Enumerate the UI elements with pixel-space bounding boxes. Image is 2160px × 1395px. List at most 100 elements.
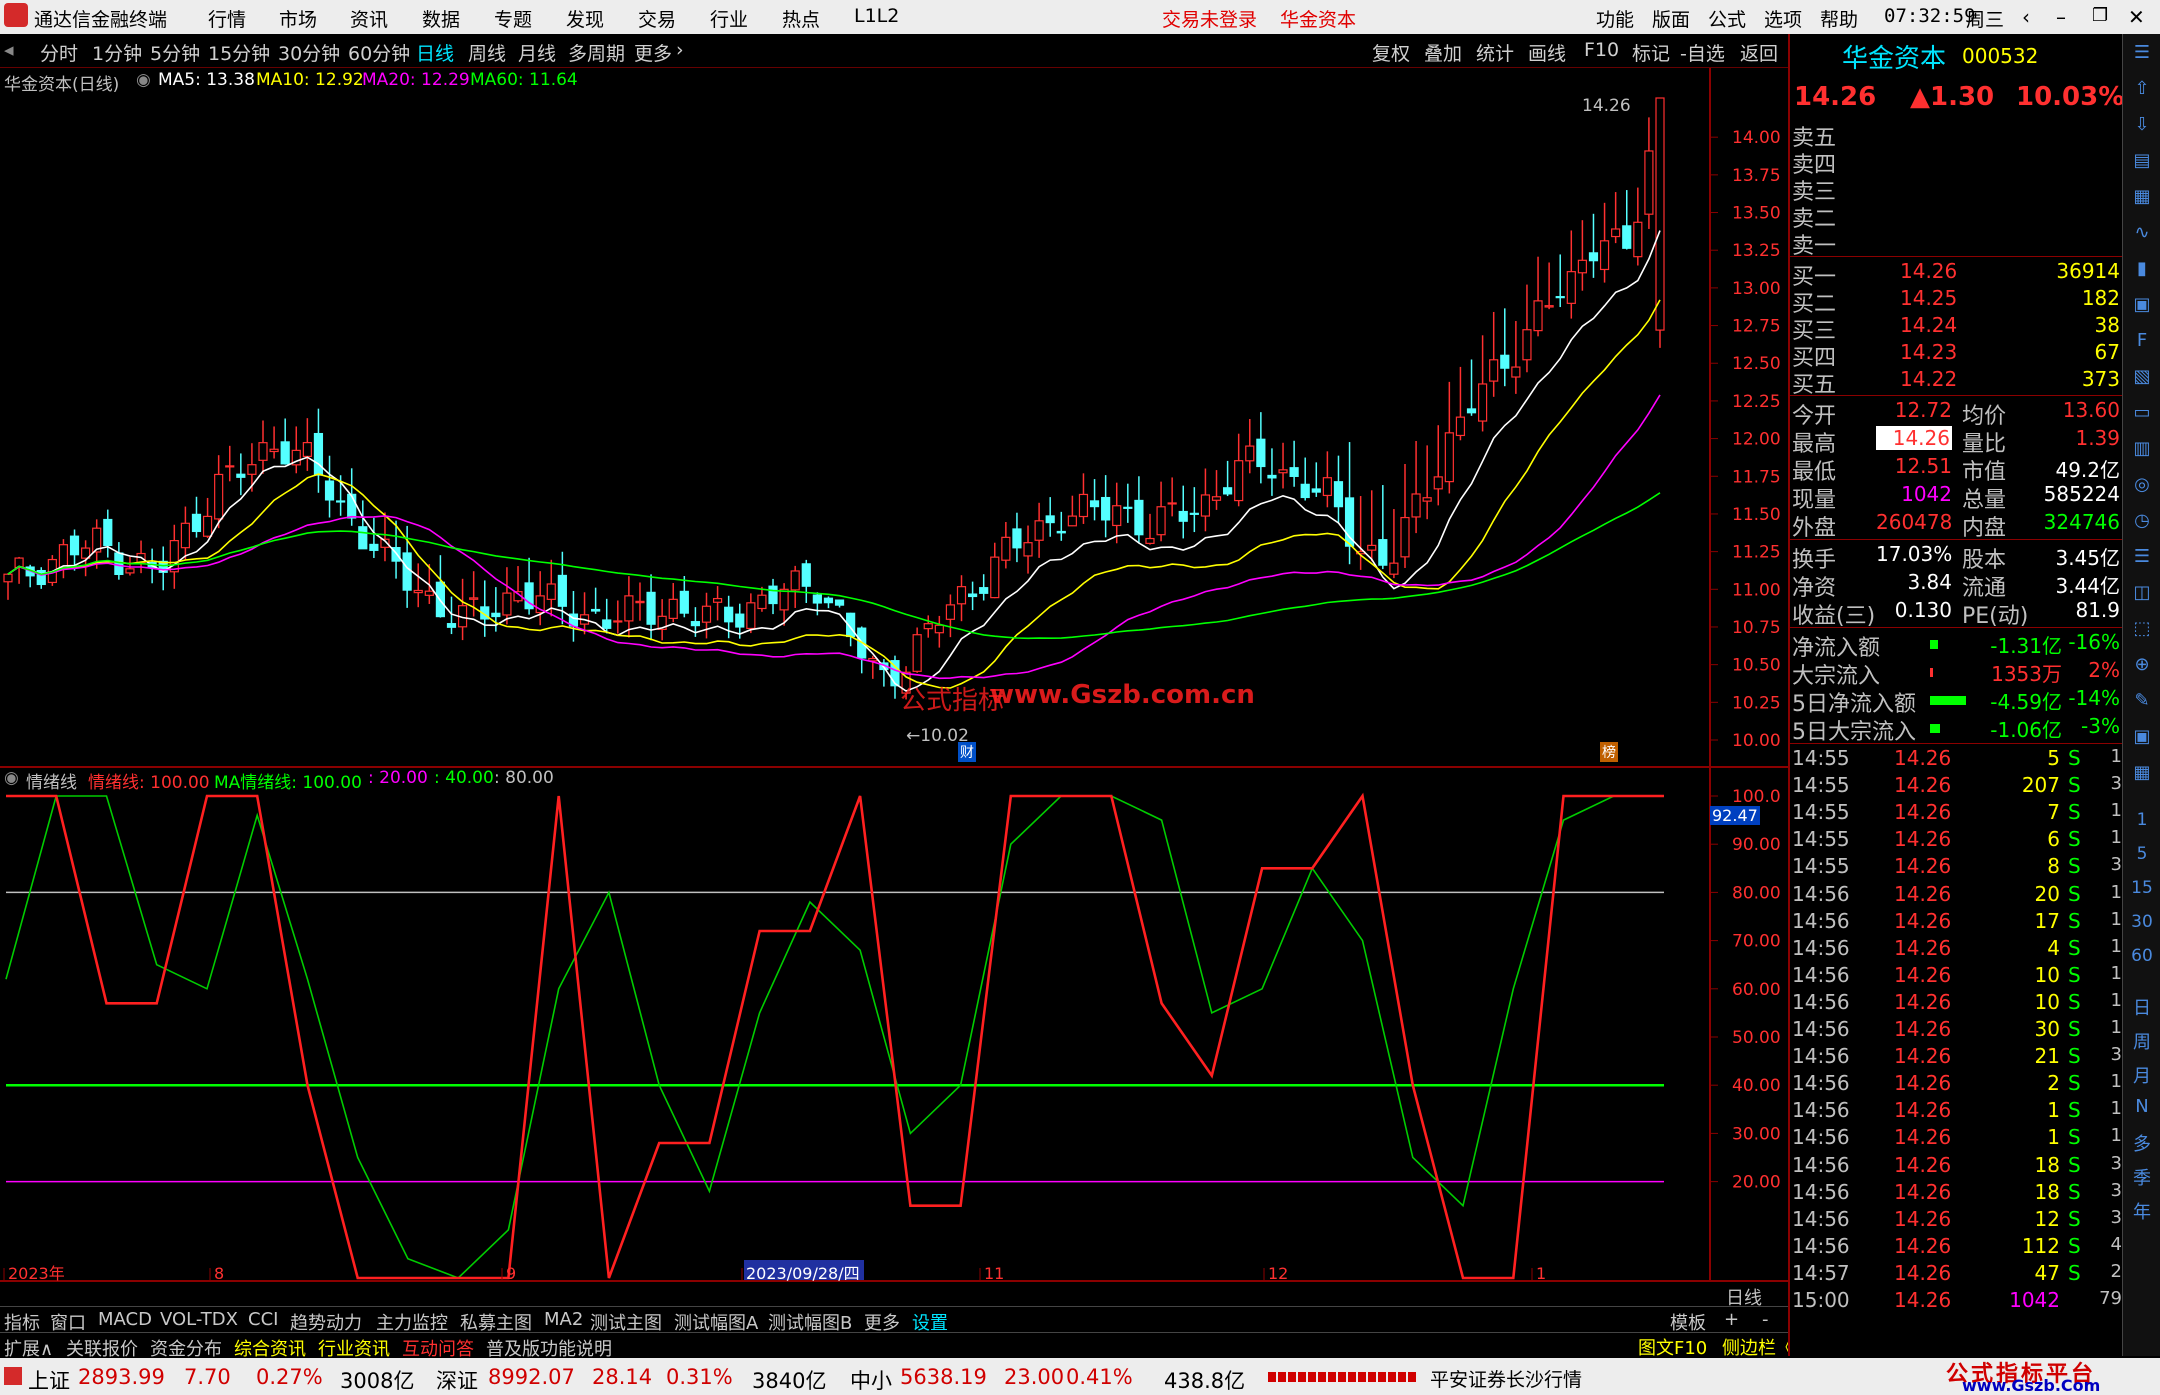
side-period-icon[interactable]: 周	[2127, 1028, 2157, 1054]
candle-body	[214, 473, 224, 520]
side-tool-icon[interactable]: ☰	[2129, 40, 2155, 66]
tick-volume: 112	[2021, 1233, 2060, 1258]
tool-huaxian[interactable]: 画线	[1528, 39, 1566, 66]
period-15min[interactable]: 15分钟	[208, 39, 270, 66]
tick-count: 3	[2110, 1206, 2122, 1228]
rank-marker[interactable]: 榜	[1600, 742, 1618, 762]
side-period-num[interactable]: 1	[2127, 810, 2157, 830]
buy-level-price: 14.24	[1900, 313, 1958, 337]
side-tool-icon[interactable]: ◎	[2129, 472, 2155, 498]
menu-gongshi[interactable]: 公式	[1708, 5, 1746, 32]
menu-l1l2[interactable]: L1L2	[854, 5, 899, 27]
indicator-tick-label: 100.0	[1732, 787, 1781, 807]
tick-count: 1	[2110, 908, 2122, 930]
side-tool-icon[interactable]: ▦	[2129, 760, 2155, 786]
kline-chart[interactable]: 14.00 13.75 13.50 13.25 13.00 12.75 12.50 12.25…	[0, 68, 1788, 768]
tab-cebianlan[interactable]: 侧边栏《	[1722, 1334, 1794, 1360]
period-multi[interactable]: 多周期	[568, 39, 625, 66]
menu-xuanxiang[interactable]: 选项	[1764, 5, 1802, 32]
menu-banmian[interactable]: 版面	[1652, 5, 1690, 32]
side-period-icon[interactable]: 年	[2127, 1198, 2157, 1224]
menu-redian[interactable]: 热点	[782, 5, 820, 32]
menu-jiaoyi[interactable]: 交易	[638, 5, 676, 32]
indicator-chart[interactable]: 100.0 90.00 80.00 70.00 60.00 50.00 40.00 30.00…	[0, 768, 1788, 1309]
menu-bangzhu[interactable]: 帮助	[1820, 5, 1858, 32]
restore-icon[interactable]: ❐	[2092, 5, 2108, 26]
tab-vol-tdx[interactable]: VOL-TDX	[160, 1309, 238, 1330]
candle-body	[979, 587, 989, 594]
period-day[interactable]: 日线	[416, 39, 454, 66]
tool-fanhui[interactable]: 返回	[1740, 39, 1778, 66]
candle-body	[1200, 494, 1211, 517]
tick-volume: 47	[2034, 1260, 2060, 1285]
side-period-num[interactable]: 30	[2127, 912, 2157, 932]
close-icon[interactable]: ✕	[2128, 5, 2145, 29]
back-arrow-icon[interactable]: ‹	[2022, 5, 2030, 29]
period-60min[interactable]: 60分钟	[348, 39, 410, 66]
tool-zixuan[interactable]: -自选	[1680, 39, 1725, 66]
minimize-icon[interactable]: –	[2056, 5, 2066, 29]
tab-cci[interactable]: CCI	[248, 1309, 278, 1330]
period-1min[interactable]: 1分钟	[92, 39, 142, 66]
menu-shichang[interactable]: 市场	[279, 5, 317, 32]
side-period-icon[interactable]: 日	[2127, 994, 2157, 1020]
settings-circle-icon[interactable]: ◉	[136, 70, 151, 90]
tab-macd[interactable]: MACD	[98, 1309, 152, 1330]
menu-gongneng[interactable]: 功能	[1596, 5, 1634, 32]
tool-biaoji[interactable]: 标记	[1632, 39, 1670, 66]
tab-plus[interactable]: +	[1724, 1309, 1739, 1330]
side-tool-icon[interactable]: ∿	[2129, 220, 2155, 246]
period-month[interactable]: 月线	[518, 39, 556, 66]
side-tool-icon[interactable]: ▦	[2129, 184, 2155, 210]
tab-tuwen-f10[interactable]: 图文F10	[1638, 1334, 1707, 1360]
side-tool-icon[interactable]: ◷	[2129, 508, 2155, 534]
side-period-num[interactable]: 15	[2127, 878, 2157, 898]
kline-svg[interactable]: 14.00 13.75 13.50 13.25 13.00 12.75 12.50 12.25…	[0, 68, 1788, 768]
period-30min[interactable]: 30分钟	[278, 39, 340, 66]
tool-tongji[interactable]: 统计	[1476, 39, 1514, 66]
menu-zixun[interactable]: 资讯	[350, 5, 388, 32]
indicator-svg[interactable]: 100.0 90.00 80.00 70.00 60.00 50.00 40.00 30.00…	[0, 768, 1788, 1282]
tab-minus[interactable]: -	[1762, 1309, 1769, 1330]
side-tool-icon[interactable]: ⬚	[2129, 616, 2155, 642]
tool-f10[interactable]: F10	[1584, 39, 1619, 61]
side-tool-icon[interactable]: ▣	[2129, 724, 2155, 750]
side-tool-icon[interactable]: ▣	[2129, 292, 2155, 318]
side-tool-icon[interactable]: ◫	[2129, 580, 2155, 606]
menu-hangqing[interactable]: 行情	[208, 5, 246, 32]
tick-time: 14:56	[1792, 1098, 1850, 1123]
tab-ma2[interactable]: MA2	[544, 1309, 583, 1330]
menu-faxian[interactable]: 发现	[566, 5, 604, 32]
tool-fuquan[interactable]: 复权	[1372, 39, 1410, 66]
login-status[interactable]: 交易未登录	[1162, 5, 1257, 32]
tool-diejia[interactable]: 叠加	[1424, 39, 1462, 66]
side-tool-icon[interactable]: ⇧	[2129, 76, 2155, 102]
side-period-icon[interactable]: 月	[2127, 1062, 2157, 1088]
side-tool-icon[interactable]: ▥	[2129, 436, 2155, 462]
side-tool-icon[interactable]: ☰	[2129, 544, 2155, 570]
side-tool-icon[interactable]: ▮	[2129, 256, 2155, 282]
side-period-icon[interactable]: 多	[2127, 1130, 2157, 1156]
finance-marker[interactable]: 财	[958, 742, 976, 762]
period-week[interactable]: 周线	[468, 39, 506, 66]
side-period-icon[interactable]: N	[2127, 1096, 2157, 1117]
menu-hangye[interactable]: 行业	[710, 5, 748, 32]
menu-shuju[interactable]: 数据	[422, 5, 460, 32]
collapse-icon[interactable]: ◂	[4, 39, 14, 61]
period-fenshi[interactable]: 分时	[40, 39, 78, 66]
chevron-right-icon[interactable]: ›	[676, 39, 684, 61]
side-tool-icon[interactable]: ▭	[2129, 400, 2155, 426]
indicator-settings-icon[interactable]: ◉	[4, 768, 19, 788]
period-more[interactable]: 更多	[634, 39, 672, 66]
side-tool-icon[interactable]: ⊕	[2129, 652, 2155, 678]
side-tool-icon[interactable]: ⇩	[2129, 112, 2155, 138]
menu-zhuanti[interactable]: 专题	[494, 5, 532, 32]
period-5min[interactable]: 5分钟	[150, 39, 200, 66]
side-period-icon[interactable]: 季	[2127, 1164, 2157, 1190]
side-tool-icon[interactable]: F	[2129, 328, 2155, 354]
side-period-num[interactable]: 60	[2127, 946, 2157, 966]
side-tool-icon[interactable]: ▧	[2129, 364, 2155, 390]
side-period-num[interactable]: 5	[2127, 844, 2157, 864]
side-tool-icon[interactable]: ▤	[2129, 148, 2155, 174]
side-tool-icon[interactable]: ✎	[2129, 688, 2155, 714]
